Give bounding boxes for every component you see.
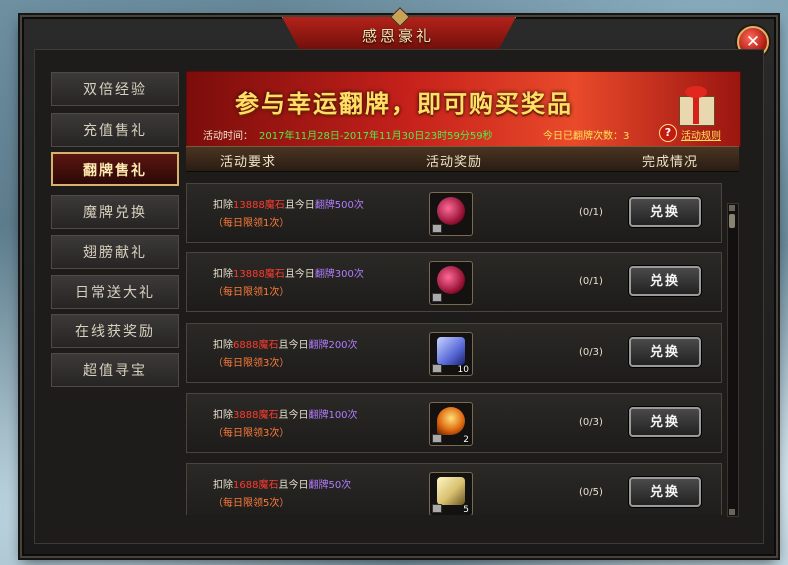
window-title: 感恩豪礼 [361, 27, 434, 45]
column-requirement: 活动要求 [220, 155, 277, 170]
tab-magic-card-exchange[interactable]: 魔牌兑换 [51, 195, 179, 229]
daily-limit: （每日限领5次） [213, 498, 290, 509]
exchange-button[interactable]: 兑换 [629, 477, 701, 507]
daily-limit: （每日限领3次） [213, 428, 290, 439]
lock-icon [432, 504, 442, 513]
reward-list: 扣除13888魔石且今日翻牌500次 （每日限领1次） (0/1) 兑换 扣除1… [186, 175, 726, 515]
sidebar: 双倍经验 充值售礼 翻牌售礼 魔牌兑换 翅膀献礼 日常送大礼 在线获奖励 超值寻… [51, 69, 183, 534]
today-flip-count: 今日已翻牌次数：3 [543, 131, 630, 142]
requirement-text: 扣除6888魔石且今日翻牌200次 （每日限领3次） [213, 337, 358, 373]
req-mid: 且今日 [284, 269, 315, 280]
completion-progress: (0/1) [579, 276, 603, 287]
requirement-text: 扣除3888魔石且今日翻牌100次 （每日限领3次） [213, 407, 358, 443]
req-prefix: 扣除 [213, 480, 233, 491]
list-scrollbar[interactable] [727, 203, 739, 517]
exchange-button[interactable]: 兑换 [629, 266, 701, 296]
req-cost: 6888魔石 [233, 340, 279, 351]
req-flips: 翻牌50次 [308, 480, 352, 491]
reward-item-slot[interactable] [429, 261, 473, 305]
lock-icon [432, 224, 442, 233]
requirement-text: 扣除13888魔石且今日翻牌300次 （每日限领1次） [213, 266, 364, 302]
reward-row: 扣除13888魔石且今日翻牌500次 （每日限领1次） (0/1) 兑换 [186, 183, 722, 243]
item-quantity: 10 [457, 365, 469, 375]
req-prefix: 扣除 [213, 340, 233, 351]
exchange-button[interactable]: 兑换 [629, 337, 701, 367]
tab-recharge-gift[interactable]: 充值售礼 [51, 113, 179, 147]
help-icon[interactable]: ? [659, 124, 677, 142]
gift-box-icon [671, 80, 723, 126]
banner-headline: 参与幸运翻牌，即可购买奖品 [235, 89, 573, 118]
reward-row: 扣除6888魔石且今日翻牌200次 （每日限领3次） 10 (0/3) 兑换 [186, 323, 722, 383]
activity-rules-link[interactable]: 活动规则 [681, 127, 721, 142]
exchange-button[interactable]: 兑换 [629, 407, 701, 437]
completion-progress: (0/3) [579, 417, 603, 428]
requirement-text: 扣除1688魔石且今日翻牌50次 （每日限领5次） [213, 477, 351, 513]
req-cost: 13888魔石 [233, 269, 285, 280]
req-cost: 13888魔石 [233, 200, 285, 211]
scroll-down-arrow-icon[interactable] [729, 509, 735, 515]
tab-online-reward[interactable]: 在线获奖励 [51, 314, 179, 348]
req-cost: 1688魔石 [233, 480, 279, 491]
tab-daily-gift[interactable]: 日常送大礼 [51, 275, 179, 309]
gift-ribbon [693, 96, 699, 124]
daily-limit: （每日限领1次） [213, 218, 290, 229]
req-mid: 且今日 [278, 480, 309, 491]
reward-row: 扣除13888魔石且今日翻牌300次 （每日限领1次） (0/1) 兑换 [186, 252, 722, 312]
gift-bow [685, 86, 707, 98]
activity-time-value: 2017年11月28日-2017年11月30日23时59分59秒 [259, 131, 493, 142]
req-prefix: 扣除 [213, 410, 233, 421]
tab-flip-card-gift[interactable]: 翻牌售礼 [51, 152, 179, 186]
scroll-up-arrow-icon[interactable] [729, 205, 735, 211]
column-reward: 活动奖励 [426, 155, 483, 170]
req-mid: 且今日 [278, 410, 309, 421]
requirement-text: 扣除13888魔石且今日翻牌500次 （每日限领1次） [213, 197, 364, 233]
item-quantity: 2 [463, 435, 469, 445]
req-prefix: 扣除 [213, 200, 233, 211]
reward-row: 扣除1688魔石且今日翻牌50次 （每日限领5次） 5 (0/5) 兑换 [186, 463, 722, 515]
event-banner: 参与幸运翻牌，即可购买奖品 活动时间： 2017年11月28日-2017年11月… [186, 71, 741, 147]
table-header: 活动要求 活动奖励 完成情况 [186, 146, 739, 172]
lock-icon [432, 293, 442, 302]
item-quantity: 5 [463, 505, 469, 515]
reward-row: 扣除3888魔石且今日翻牌100次 （每日限领3次） 2 (0/3) 兑换 [186, 393, 722, 453]
reward-item-slot[interactable]: 5 [429, 472, 473, 515]
req-mid: 且今日 [278, 340, 309, 351]
lock-icon [432, 364, 442, 373]
tab-wings-gift[interactable]: 翅膀献礼 [51, 235, 179, 269]
req-flips: 翻牌500次 [314, 200, 364, 211]
daily-limit: （每日限领3次） [213, 358, 290, 369]
gold-gift-icon [437, 477, 465, 505]
completion-progress: (0/3) [579, 347, 603, 358]
tab-double-exp[interactable]: 双倍经验 [51, 72, 179, 106]
req-prefix: 扣除 [213, 269, 233, 280]
reward-item-slot[interactable]: 2 [429, 402, 473, 446]
completion-progress: (0/5) [579, 487, 603, 498]
reward-item-slot[interactable]: 10 [429, 332, 473, 376]
event-window: 感恩豪礼 ✕ 双倍经验 充值售礼 翻牌售礼 魔牌兑换 翅膀献礼 日常送大礼 在线… [22, 7, 776, 556]
red-orb-icon [437, 197, 465, 225]
red-orb-icon [437, 266, 465, 294]
scroll-thumb[interactable] [729, 214, 735, 228]
req-flips: 翻牌300次 [314, 269, 364, 280]
reward-item-slot[interactable] [429, 192, 473, 236]
daily-limit: （每日限领1次） [213, 287, 290, 298]
tab-treasure-hunt[interactable]: 超值寻宝 [51, 353, 179, 387]
req-flips: 翻牌200次 [308, 340, 358, 351]
completion-progress: (0/1) [579, 207, 603, 218]
lock-icon [432, 434, 442, 443]
blue-gift-icon [437, 337, 465, 365]
activity-time-label: 活动时间： [203, 131, 253, 142]
flame-gem-icon [437, 407, 465, 435]
column-status: 完成情况 [642, 155, 699, 170]
req-flips: 翻牌100次 [308, 410, 358, 421]
exchange-button[interactable]: 兑换 [629, 197, 701, 227]
req-cost: 3888魔石 [233, 410, 279, 421]
req-mid: 且今日 [284, 200, 315, 211]
